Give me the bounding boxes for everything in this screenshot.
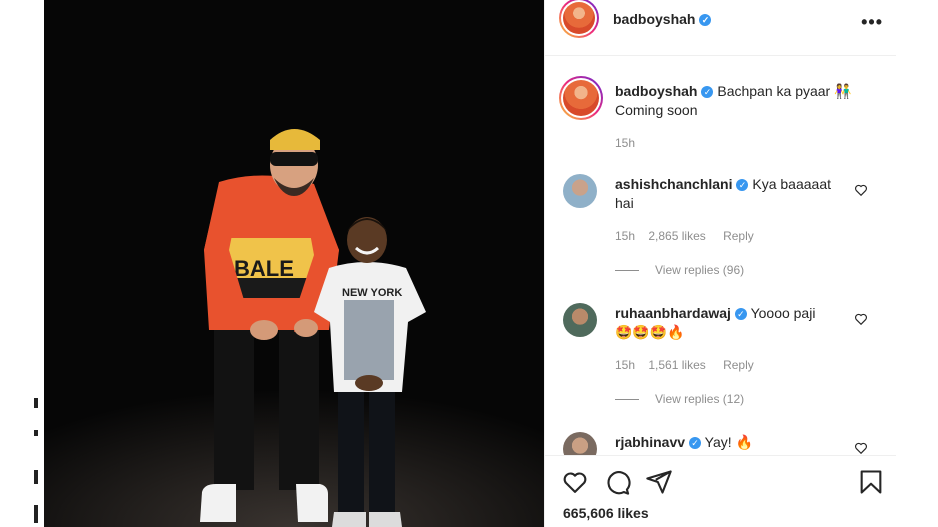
edge-artifact [34, 430, 38, 436]
comment-like-heart-icon[interactable] [854, 441, 868, 455]
reply-divider-line [615, 270, 639, 272]
view-replies-label[interactable]: View replies (96) [655, 263, 744, 277]
comment-text: Yoooo paji [750, 305, 816, 321]
author-avatar[interactable] [559, 0, 599, 38]
post-likes-count[interactable]: 665,606 likes [563, 505, 649, 521]
comment-time[interactable]: 15h [615, 229, 635, 243]
verified-badge-icon: ✓ [701, 86, 714, 98]
comment-time[interactable]: 15h [615, 358, 635, 372]
post-details-panel: badboyshah ✓ ••• badboyshah ✓ Bachpan ka p… [544, 0, 897, 527]
edge-artifact [34, 505, 38, 523]
view-replies-button[interactable]: View replies (96) [615, 263, 744, 277]
comment-text-2: hai [615, 195, 634, 211]
comment-meta: 15h 2,865 likes Reply [615, 229, 754, 243]
avatar-image [563, 80, 599, 116]
author-username-text[interactable]: badboyshah [613, 11, 695, 27]
comment-username[interactable]: ruhaanbhardawaj [615, 305, 731, 321]
comment-username[interactable]: ashishchanchlani [615, 176, 732, 192]
edge-artifact [34, 470, 38, 484]
comment-icon[interactable] [603, 468, 631, 496]
post-actions-bar: 665,606 likes [545, 455, 897, 527]
avatar-image [563, 2, 595, 34]
comment-meta: 15h 1,561 likes Reply [615, 358, 754, 372]
comment-text-2: 🤩🤩🤩🔥 [615, 324, 685, 340]
post-photo[interactable]: BALE NEW YORK [44, 0, 544, 527]
reply-divider-line [615, 399, 639, 401]
caption-username[interactable]: badboyshah [615, 83, 697, 99]
verified-badge-icon: ✓ [689, 437, 702, 449]
comment-text: Yay! 🔥 [704, 434, 753, 450]
comment-body: ruhaanbhardawaj ✓ Yoooo paji 🤩🤩🤩🔥 [615, 304, 855, 342]
verified-badge-icon: ✓ [699, 14, 712, 26]
svg-text:NEW YORK: NEW YORK [342, 287, 402, 299]
verified-badge-icon: ✓ [734, 308, 747, 320]
edge-artifact [34, 398, 38, 408]
caption-line-2: Coming soon [615, 102, 698, 118]
caption-timestamp[interactable]: 15h [615, 136, 635, 150]
post-header: badboyshah ✓ ••• [545, 0, 897, 56]
comment-reply-button[interactable]: Reply [723, 358, 754, 372]
caption-avatar[interactable] [559, 76, 603, 120]
comment-likes[interactable]: 2,865 likes [648, 229, 705, 243]
caption: badboyshah ✓ Bachpan ka pyaar 👫 Coming so… [615, 82, 875, 120]
send-icon[interactable] [645, 468, 673, 496]
author-username[interactable]: badboyshah ✓ [613, 11, 712, 27]
more-options-icon[interactable]: ••• [861, 12, 883, 33]
comment-like-heart-icon[interactable] [854, 183, 868, 197]
comment-username[interactable]: rjabhinavv [615, 434, 685, 450]
comment-body: ashishchanchlani ✓ Kya baaaaat hai [615, 175, 855, 213]
comment-avatar[interactable] [563, 303, 597, 337]
comment-likes[interactable]: 1,561 likes [648, 358, 705, 372]
heart-icon[interactable] [561, 468, 589, 496]
comment-avatar[interactable] [563, 174, 597, 208]
verified-badge-icon: ✓ [736, 179, 749, 191]
bookmark-icon[interactable] [857, 468, 885, 496]
view-replies-label[interactable]: View replies (12) [655, 392, 744, 406]
caption-line-1: Bachpan ka pyaar 👫 [717, 83, 852, 99]
right-gutter [896, 0, 938, 527]
comment-like-heart-icon[interactable] [854, 312, 868, 326]
comment-text: Kya baaaaat [752, 176, 831, 192]
avatar-border [561, 0, 597, 36]
view-replies-button[interactable]: View replies (12) [615, 392, 744, 406]
comment-reply-button[interactable]: Reply [723, 229, 754, 243]
post-photo-illustration: BALE NEW YORK [44, 0, 544, 527]
comment-body: rjabhinavv ✓ Yay! 🔥 [615, 433, 855, 452]
avatar-border [561, 78, 601, 118]
svg-text:BALE: BALE [234, 256, 294, 281]
